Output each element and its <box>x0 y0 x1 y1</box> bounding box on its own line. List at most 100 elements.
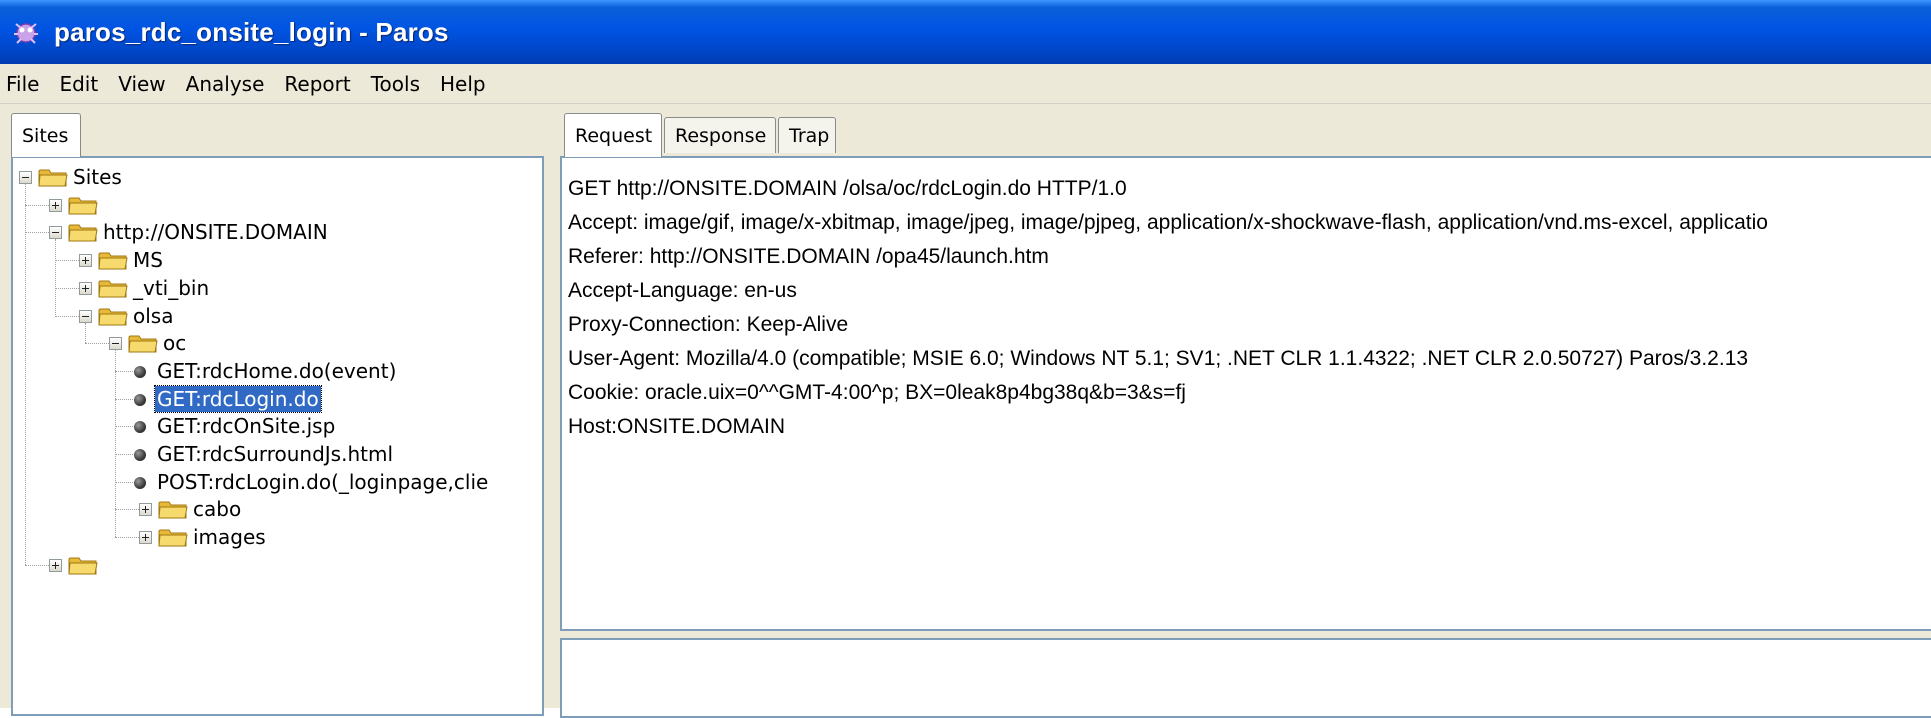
folder-icon <box>98 280 128 298</box>
sites-tree[interactable]: Sites http://ONSITE.DOMAIN MS _vti_binolsa o… <box>11 156 544 716</box>
tree-node[interactable]: http://ONSITE.DOMAIN <box>101 217 330 247</box>
tree-node[interactable]: GET:rdcSurroundJs.html <box>155 439 395 469</box>
tree-label: oc <box>163 331 187 356</box>
tree-label: images <box>193 525 266 550</box>
tree-node[interactable]: images <box>191 522 268 552</box>
tree-connector <box>55 260 79 262</box>
menu-view[interactable]: View <box>108 66 175 102</box>
expand-icon[interactable] <box>139 503 152 517</box>
tab-request[interactable]: Request <box>564 113 662 157</box>
menu-analyse[interactable]: Analyse <box>176 66 275 102</box>
tree-label: _vti_bin <box>133 275 210 300</box>
sites-panel: Sites Sites http://ONSITE.DOMAIN MS _vti_bi… <box>0 104 552 716</box>
menu-report[interactable]: Report <box>274 66 360 102</box>
request-node-icon <box>134 393 146 406</box>
menu-help[interactable]: Help <box>430 66 496 102</box>
tree-label: cabo <box>193 497 242 522</box>
request-header-lines: GET http://ONSITE.DOMAIN /olsa/oc/rdcLog… <box>568 172 1768 444</box>
menu-tools[interactable]: Tools <box>361 66 430 102</box>
tree-connector <box>25 204 49 206</box>
folder-icon <box>158 529 188 547</box>
tree-connector <box>115 350 116 538</box>
request-header-line: Accept: image/gif, image/x-xbitmap, imag… <box>568 211 1768 234</box>
request-header-textarea[interactable]: GET http://ONSITE.DOMAIN /olsa/oc/rdcLog… <box>560 156 1931 631</box>
request-header-line: Proxy-Connection: Keep-Alive <box>568 313 849 336</box>
tree-node[interactable]: olsa <box>131 301 175 331</box>
menu-file[interactable]: File <box>0 66 49 102</box>
tab-trap[interactable]: Trap <box>778 117 836 153</box>
tree-node[interactable]: POST:rdcLogin.do(_loginpage,clie <box>155 467 490 497</box>
request-header-line: Accept-Language: en-us <box>568 279 797 302</box>
main-area: Sites Sites http://ONSITE.DOMAIN MS _vti_bi… <box>0 104 1931 718</box>
folder-icon <box>98 308 128 325</box>
request-node-icon <box>134 476 146 489</box>
collapse-icon[interactable] <box>19 171 32 184</box>
tree-node[interactable]: MS <box>131 245 165 275</box>
tree-connector <box>25 564 49 566</box>
tree-connector <box>115 509 139 511</box>
tree-label-selected: GET:rdcLogin.do <box>154 384 322 413</box>
tab-label: Request <box>575 124 653 147</box>
tab-label: Trap <box>789 124 830 147</box>
tab-label: Sites <box>22 124 69 147</box>
tree-label: POST:rdcLogin.do(_loginpage,clie <box>157 469 489 494</box>
tree-connector <box>55 287 79 289</box>
folder-icon <box>68 557 98 575</box>
expand-icon[interactable] <box>49 558 62 572</box>
request-node-icon <box>134 365 146 378</box>
tree-node[interactable]: cabo <box>191 494 243 524</box>
menu-edit[interactable]: Edit <box>49 66 108 102</box>
tab-sites[interactable]: Sites <box>11 113 81 157</box>
request-header-line: Cookie: oracle.uix=0^^GMT-4:00^p; BX=0le… <box>568 381 1186 404</box>
request-header-line: Host:ONSITE.DOMAIN <box>568 415 786 438</box>
tree-node[interactable]: _vti_bin <box>131 273 211 303</box>
request-node-icon <box>134 449 146 461</box>
folder-icon <box>128 335 158 353</box>
folder-icon <box>68 197 98 215</box>
tree-label: GET:rdcOnSite.jsp <box>157 414 336 439</box>
tree-label: olsa <box>133 303 174 328</box>
tree-node[interactable]: GET:rdcHome.do(event) <box>155 356 398 386</box>
request-node-icon <box>134 421 146 434</box>
tree-label: http://ONSITE.DOMAIN <box>103 220 328 245</box>
tree-node[interactable]: oc <box>161 328 188 358</box>
collapse-icon[interactable] <box>109 337 122 351</box>
menu-bar: File Edit View Analyse Report Tools Help <box>0 64 1931 104</box>
tree-node[interactable]: Sites <box>71 162 124 192</box>
tree-connector <box>85 343 109 345</box>
tree-node[interactable] <box>101 550 105 580</box>
paros-bug-icon <box>14 23 38 44</box>
expand-icon[interactable] <box>79 281 92 295</box>
tree-connector <box>55 239 56 316</box>
tab-label: Response <box>675 124 767 147</box>
tree-connector <box>85 322 86 344</box>
expand-icon[interactable] <box>79 254 92 268</box>
tree-label: MS <box>133 248 163 273</box>
tree-connector <box>115 537 139 539</box>
message-panel: Request Response Trap GET http://ONSITE.… <box>560 104 1931 718</box>
title-bar: paros_rdc_onsite_login - Paros <box>0 0 1931 64</box>
request-header-line: GET http://ONSITE.DOMAIN /olsa/oc/rdcLog… <box>568 177 1127 200</box>
tree-node[interactable] <box>101 190 105 220</box>
tab-response[interactable]: Response <box>664 117 776 153</box>
tree-connector <box>55 315 79 317</box>
request-body-textarea[interactable] <box>560 638 1931 718</box>
tree-label: Sites <box>73 165 122 189</box>
tree-connector <box>25 232 49 234</box>
request-splitter[interactable] <box>560 631 1931 638</box>
request-header-line: User-Agent: Mozilla/4.0 (compatible; MSI… <box>568 347 1749 370</box>
folder-icon <box>68 224 98 242</box>
tree-node[interactable]: GET:rdcOnSite.jsp <box>155 411 337 441</box>
tree-label: GET:rdcHome.do(event) <box>157 358 397 383</box>
window-title: paros_rdc_onsite_login - Paros <box>54 16 449 47</box>
request-header-line: Referer: http://ONSITE.DOMAIN /opa45/lau… <box>568 245 1049 268</box>
tree-label: GET:rdcSurroundJs.html <box>157 442 393 466</box>
tree-node[interactable]: GET:rdcLogin.do <box>154 384 322 414</box>
expand-icon[interactable] <box>49 198 62 212</box>
expand-icon[interactable] <box>139 531 152 545</box>
collapse-icon[interactable] <box>49 226 62 240</box>
collapse-icon[interactable] <box>79 309 92 323</box>
panel-splitter[interactable] <box>552 104 560 708</box>
folder-icon <box>158 501 188 519</box>
folder-icon <box>98 252 128 270</box>
